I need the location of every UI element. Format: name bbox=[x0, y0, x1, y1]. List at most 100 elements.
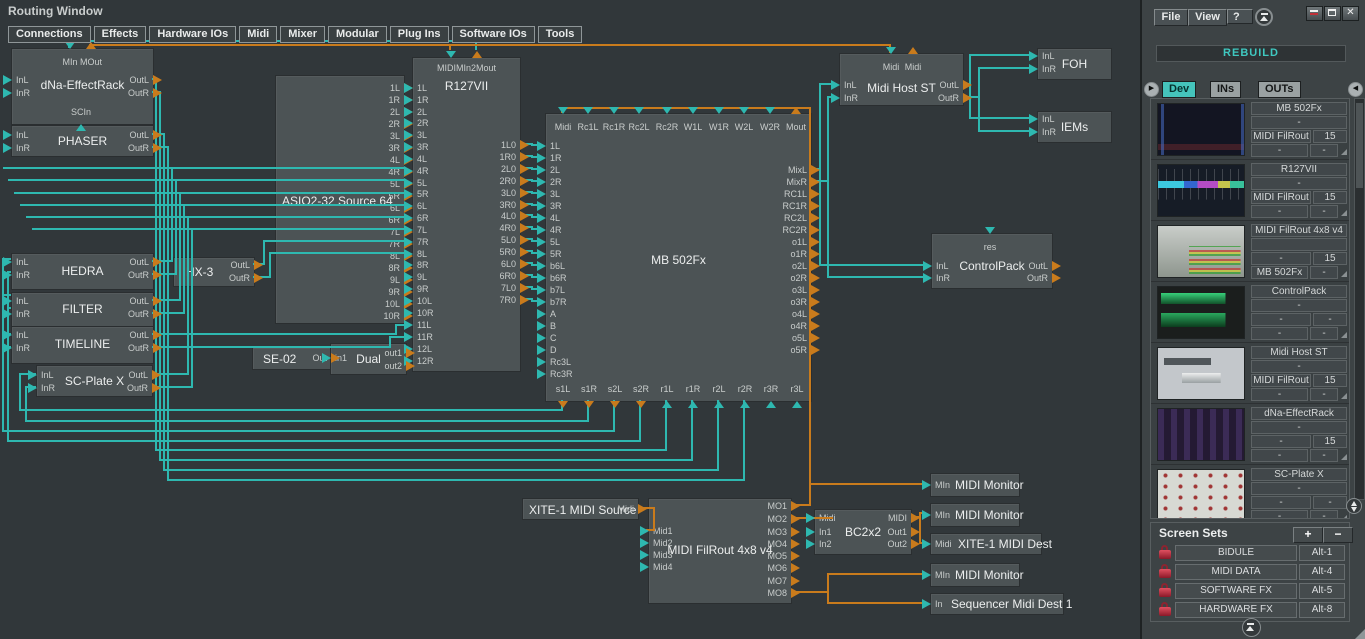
port-mb-502fx-mout-out-icon[interactable] bbox=[791, 107, 801, 114]
module-midi-monitor-2[interactable]: MIDI MonitorMIn bbox=[930, 503, 1020, 527]
port-mb-502fx-d-in-icon[interactable] bbox=[537, 345, 546, 355]
port-iems-inl-in-icon[interactable] bbox=[1029, 114, 1038, 124]
port-mb-502fx-o1l-out-icon[interactable] bbox=[811, 237, 820, 247]
port-controlpack-inl-in-icon[interactable] bbox=[923, 261, 932, 271]
port-r127vii-3r0-out-icon[interactable] bbox=[520, 200, 529, 210]
device-list-scrollbar[interactable] bbox=[1354, 98, 1365, 500]
device-thumbnail-midi-filrout-4x8-v4[interactable] bbox=[1157, 225, 1245, 278]
menu-tab-mixer[interactable]: Mixer bbox=[280, 26, 325, 43]
port-mb-502fx-o5l-out-icon[interactable] bbox=[811, 333, 820, 343]
port-mb-502fx-s1l-out-icon[interactable] bbox=[558, 401, 568, 408]
module-midi-filrout-4x8-v4[interactable]: MIDI FilRout 4x8 v4Mid1Mid2Mid3Mid4MO1MO… bbox=[648, 498, 792, 604]
port-controlpack-inr-in-icon[interactable] bbox=[923, 273, 932, 283]
port-xite-1-midi-dest-midi-in-icon[interactable] bbox=[922, 539, 931, 549]
port-r127vii-8l-in-icon[interactable] bbox=[404, 249, 413, 259]
module-midi-monitor-1[interactable]: MIDI MonitorMIn bbox=[930, 473, 1020, 497]
port-timeline-outr-out-icon[interactable] bbox=[153, 343, 162, 353]
port-midi-filrout-4x8-v4-mo1-out-icon[interactable] bbox=[791, 501, 800, 511]
module-mb-502fx[interactable]: MB 502FxMidiRc1LRc1RRc2LRc2RW1LW1RW2LW2R… bbox=[545, 113, 812, 402]
module-sc-plate-x[interactable]: SC-Plate XInLInROutLOutR bbox=[36, 365, 153, 397]
port-sequencer-midi-dest-1-in-in-icon[interactable] bbox=[922, 599, 931, 609]
device-name-field[interactable]: SC-Plate X bbox=[1251, 468, 1347, 481]
module-hedra[interactable]: HEDRAInLInROutLOutR bbox=[11, 253, 154, 290]
port-r127vii-midi-out-icon[interactable] bbox=[472, 51, 482, 58]
port-midi-filrout-4x8-v4-mo8-out-icon[interactable] bbox=[791, 588, 800, 598]
port-mb-502fx-b7r-in-icon[interactable] bbox=[537, 297, 546, 307]
port-mb-502fx-rc2r-out-icon[interactable] bbox=[811, 225, 820, 235]
port-timeline-inl-in-icon[interactable] bbox=[3, 330, 12, 340]
port-midi-monitor-1-min-in-icon[interactable] bbox=[922, 480, 931, 490]
menu-tab-hardware-ios[interactable]: Hardware IOs bbox=[149, 26, 236, 43]
pin-button[interactable] bbox=[1255, 8, 1273, 26]
module-hx-3[interactable]: HX-3OutLOutR bbox=[173, 257, 255, 287]
device-field-3b[interactable]: - bbox=[1313, 496, 1347, 509]
port-r127vii-6l0-out-icon[interactable] bbox=[520, 259, 529, 269]
port-r127vii-2l0-out-icon[interactable] bbox=[520, 164, 529, 174]
device-row-grip[interactable] bbox=[1341, 515, 1347, 519]
port-r127vii-6r-in-icon[interactable] bbox=[404, 213, 413, 223]
port-r127vii-1r0-out-icon[interactable] bbox=[520, 152, 529, 162]
device-field-3a[interactable]: - bbox=[1251, 496, 1311, 509]
device-field-3b[interactable]: 15 bbox=[1313, 435, 1347, 448]
port-phaser-inr-in-icon[interactable] bbox=[3, 143, 12, 153]
device-field-3b[interactable]: - bbox=[1313, 313, 1347, 326]
port-mb-502fx-2l-in-icon[interactable] bbox=[537, 165, 546, 175]
port-mb-502fx-o3r-out-icon[interactable] bbox=[811, 297, 820, 307]
device-name-field[interactable]: R127VII bbox=[1251, 163, 1347, 176]
port-hedra-inl-in-icon[interactable] bbox=[3, 257, 12, 267]
port-mb-502fx-r2l-in-icon[interactable] bbox=[714, 401, 724, 408]
port-mb-502fx-2r-in-icon[interactable] bbox=[537, 177, 546, 187]
port-foh-inr-in-icon[interactable] bbox=[1029, 64, 1038, 74]
port-midi-monitor-3-min-in-icon[interactable] bbox=[922, 570, 931, 580]
port-mb-502fx-s1r-out-icon[interactable] bbox=[584, 401, 594, 408]
view-menu-button[interactable]: View bbox=[1188, 9, 1227, 26]
port-mb-502fx-o1r-out-icon[interactable] bbox=[811, 249, 820, 259]
tab-dev[interactable]: Dev bbox=[1162, 81, 1196, 98]
port-sc-plate-x-inr-in-icon[interactable] bbox=[28, 383, 37, 393]
device-field-3a[interactable]: MIDI FilRout bbox=[1251, 191, 1311, 204]
device-field-3a[interactable]: - bbox=[1251, 252, 1311, 265]
device-row-grip[interactable] bbox=[1341, 271, 1347, 277]
lock-icon-midi-data[interactable] bbox=[1159, 564, 1172, 580]
device-field-3a[interactable]: - bbox=[1251, 313, 1311, 326]
port-sc-plate-x-outl-out-icon[interactable] bbox=[152, 370, 161, 380]
port-mb-502fx-1r-in-icon[interactable] bbox=[537, 153, 546, 163]
port-midi-filrout-4x8-v4-mid1-in-icon[interactable] bbox=[640, 526, 649, 536]
port-midi-filrout-4x8-v4-mid4-in-icon[interactable] bbox=[640, 562, 649, 572]
device-row-grip[interactable] bbox=[1341, 149, 1347, 155]
port-mb-502fx-5l-in-icon[interactable] bbox=[537, 237, 546, 247]
device-thumbnail-r127vii[interactable] bbox=[1157, 164, 1245, 217]
device-field-3b[interactable]: 15 bbox=[1313, 252, 1347, 265]
scroll-right-button[interactable]: ◀ bbox=[1348, 82, 1363, 97]
port-mb-502fx-w1l-in-icon[interactable] bbox=[688, 107, 698, 114]
port-midi-host-st-midi-out-icon[interactable] bbox=[908, 47, 918, 54]
module-bc2x2[interactable]: BC2x2MidiIn1In2MIDIOut1Out2 bbox=[814, 509, 912, 555]
device-row-grip[interactable] bbox=[1341, 454, 1347, 460]
port-mb-502fx-w1r-in-icon[interactable] bbox=[714, 107, 724, 114]
port-midi-filrout-4x8-v4-mid3-in-icon[interactable] bbox=[640, 550, 649, 560]
port-hedra-outl-out-icon[interactable] bbox=[153, 257, 162, 267]
port-r127vii-5r-in-icon[interactable] bbox=[404, 189, 413, 199]
port-dual-out2-out-icon[interactable] bbox=[406, 361, 415, 371]
port-dna-effectrack-inr-in-icon[interactable] bbox=[3, 88, 12, 98]
port-iems-inr-in-icon[interactable] bbox=[1029, 127, 1038, 137]
device-row-grip[interactable] bbox=[1341, 393, 1347, 399]
port-r127vii-11l-in-icon[interactable] bbox=[404, 320, 413, 330]
port-r127vii-7r-in-icon[interactable] bbox=[404, 237, 413, 247]
module-timeline[interactable]: TIMELINEInLInROutLOutR bbox=[11, 326, 154, 364]
port-r127vii-9l-in-icon[interactable] bbox=[404, 272, 413, 282]
screen-set-midi-data[interactable]: MIDI DATA bbox=[1175, 564, 1297, 580]
port-r127vii-1l0-out-icon[interactable] bbox=[520, 140, 529, 150]
port-hx-3-outr-out-icon[interactable] bbox=[254, 273, 263, 283]
device-name-field[interactable]: Midi Host ST bbox=[1251, 346, 1347, 359]
port-mb-502fx-w2r-in-icon[interactable] bbox=[765, 107, 775, 114]
device-field-4a[interactable]: - bbox=[1251, 449, 1308, 462]
port-midi-filrout-4x8-v4-mo6-out-icon[interactable] bbox=[791, 563, 800, 573]
module-xite-1-midi-dest[interactable]: XITE-1 MIDI DestMidi bbox=[930, 533, 1042, 555]
port-r127vii-4r-in-icon[interactable] bbox=[404, 166, 413, 176]
lock-icon-bidule[interactable] bbox=[1159, 545, 1172, 561]
port-dna-effectrack-outl-out-icon[interactable] bbox=[153, 75, 162, 85]
port-mb-502fx-rc1r-in-icon[interactable] bbox=[609, 107, 619, 114]
device-field-2[interactable] bbox=[1251, 238, 1347, 251]
port-controlpack-res-in-icon[interactable] bbox=[985, 227, 995, 234]
